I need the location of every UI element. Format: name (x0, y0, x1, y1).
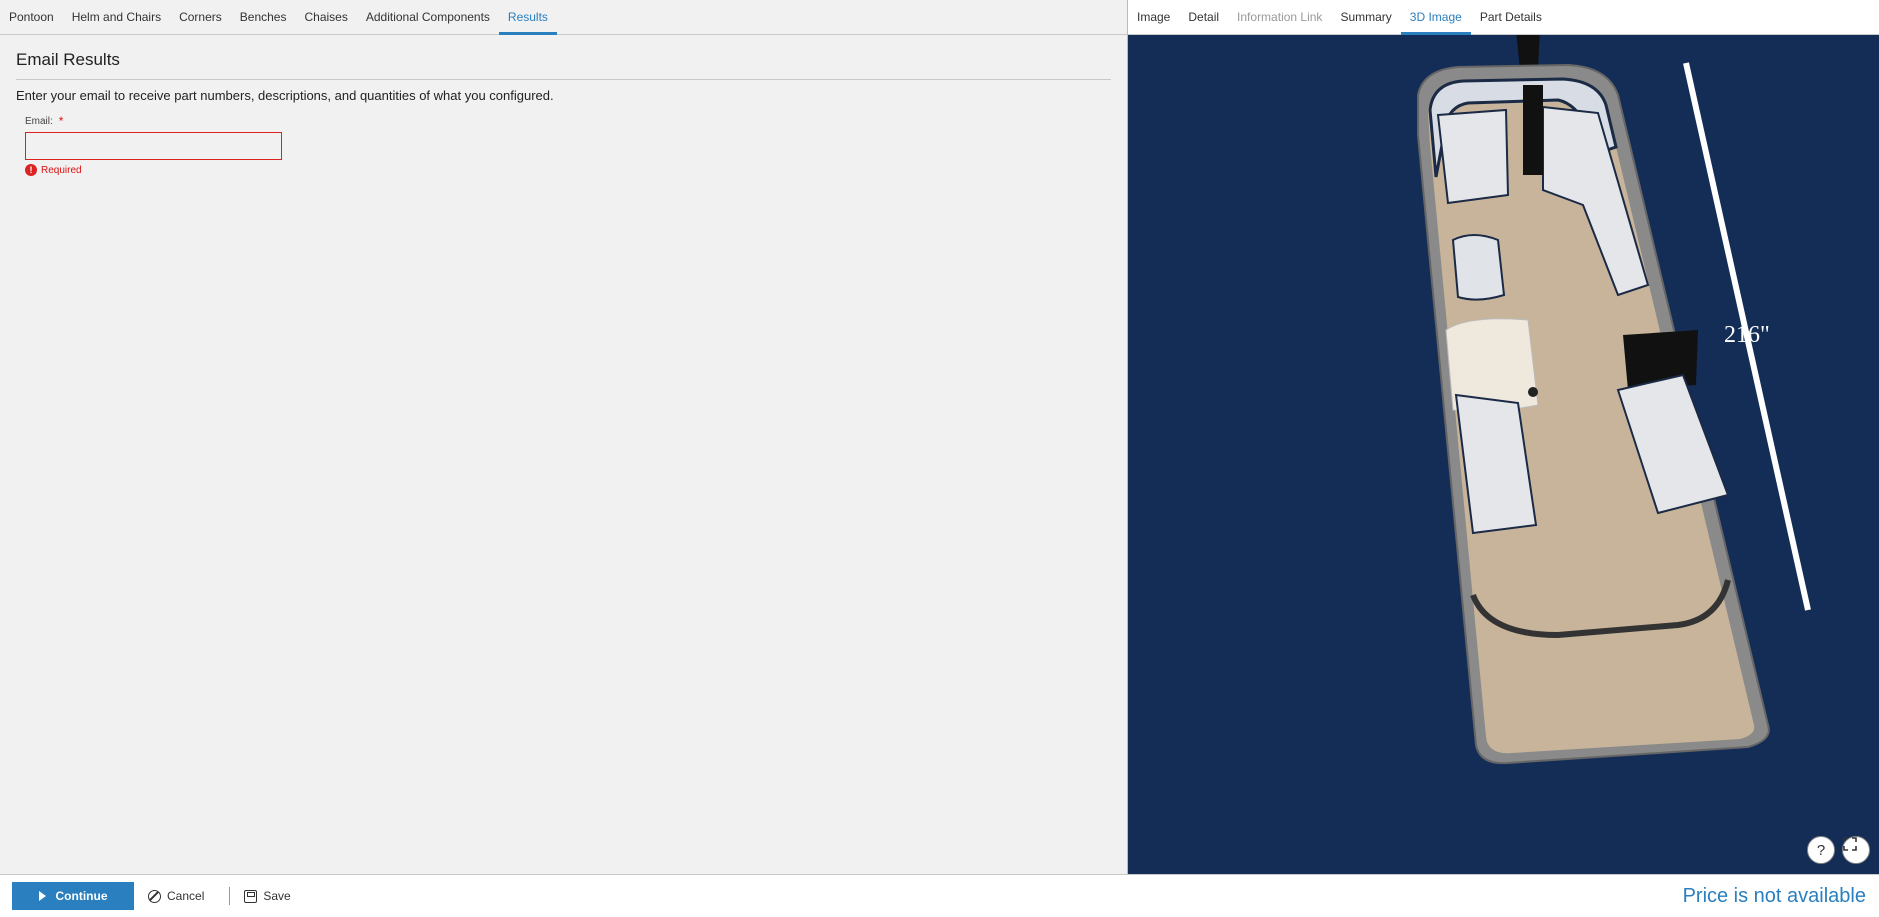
cancel-icon (148, 889, 161, 903)
tab-benches[interactable]: Benches (231, 0, 296, 34)
footer-bar: Continue Cancel Save Price is not availa… (0, 874, 1879, 917)
email-error: ! Required (25, 164, 1111, 176)
results-content: Email Results Enter your email to receiv… (0, 35, 1127, 191)
tab-pontoon[interactable]: Pontoon (0, 0, 63, 34)
tab-image[interactable]: Image (1128, 0, 1179, 34)
config-tabs: Pontoon Helm and Chairs Corners Benches … (0, 0, 1127, 35)
helm-chair (1451, 234, 1506, 301)
tab-part-details[interactable]: Part Details (1471, 0, 1551, 34)
help-button[interactable]: ? (1807, 836, 1835, 864)
tab-chaises[interactable]: Chaises (295, 0, 356, 34)
help-icon: ? (1816, 841, 1826, 859)
cancel-label: Cancel (167, 889, 205, 903)
pontoon-boat-render (1417, 35, 1811, 765)
price-status: Price is not available (1682, 884, 1866, 907)
tab-detail[interactable]: Detail (1179, 0, 1228, 34)
tab-corners[interactable]: Corners (170, 0, 231, 34)
email-label-row: Email: * (25, 114, 1111, 128)
tab-helm-and-chairs[interactable]: Helm and Chairs (63, 0, 170, 34)
steering-wheel (1528, 387, 1538, 397)
tab-additional-components[interactable]: Additional Components (357, 0, 499, 34)
tab-information-link: Information Link (1237, 10, 1323, 24)
email-input[interactable] (25, 132, 282, 160)
tab-results[interactable]: Results (498, 0, 557, 35)
continue-button[interactable]: Continue (12, 882, 134, 910)
3d-viewer[interactable]: 216" ? (1128, 35, 1879, 874)
dimension-label: 216" (1724, 322, 1770, 348)
save-label: Save (263, 889, 291, 903)
section-description: Enter your email to receive part numbers… (16, 88, 554, 103)
save-icon (244, 889, 258, 903)
preview-panel: Image Detail Information Link Summary 3D… (1128, 0, 1879, 874)
preview-tabs: Image Detail Information Link Summary 3D… (1128, 0, 1879, 35)
cancel-button[interactable]: Cancel (148, 889, 204, 903)
fullscreen-button[interactable] (1842, 836, 1870, 864)
tab-3d-image[interactable]: 3D Image (1400, 0, 1471, 35)
email-label: Email: (25, 115, 53, 127)
error-icon: ! (25, 164, 37, 176)
configurator-panel: Pontoon Helm and Chairs Corners Benches … (0, 0, 1127, 874)
required-marker: * (58, 114, 64, 128)
error-text: Required (41, 164, 82, 176)
section-title: Email Results (16, 50, 1111, 80)
save-button[interactable]: Save (244, 889, 291, 903)
continue-label: Continue (55, 889, 108, 903)
fullscreen-icon (1843, 837, 1857, 851)
tab-summary[interactable]: Summary (1331, 0, 1400, 34)
gate (1523, 85, 1543, 175)
email-field-group: Email: * ! Required (25, 114, 1111, 176)
play-icon (38, 891, 46, 901)
bow-seat-left (1436, 108, 1510, 205)
footer-separator (229, 887, 231, 905)
